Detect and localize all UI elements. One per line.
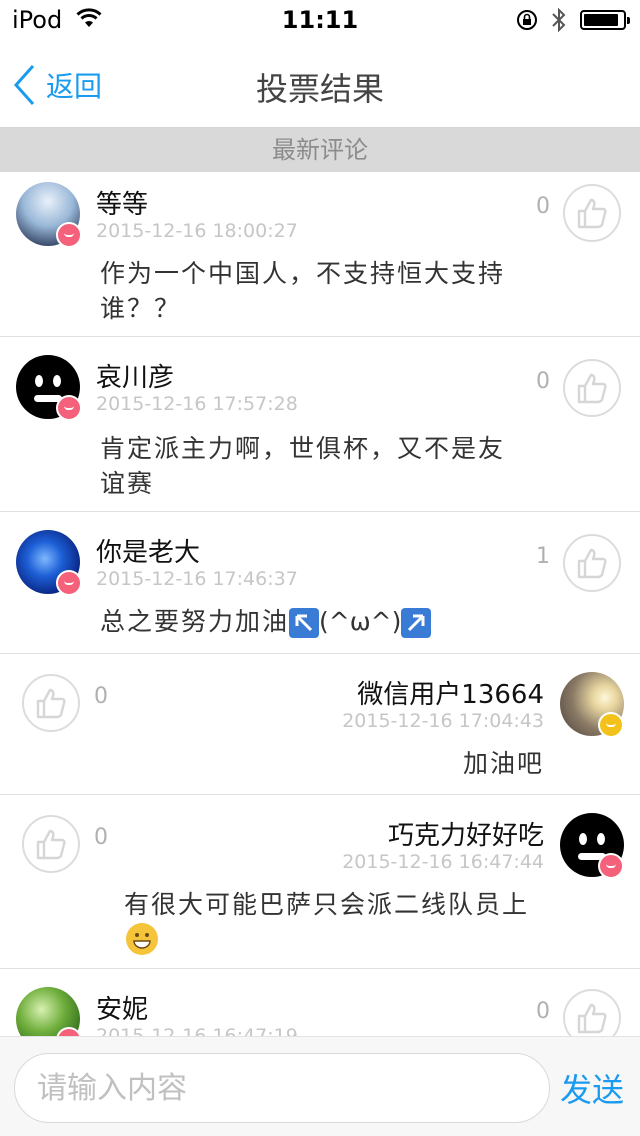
thumbs-up-icon bbox=[577, 198, 607, 229]
status-bar: iPod 11:11 bbox=[0, 0, 640, 40]
commenter-name[interactable]: 巧克力好好吃 bbox=[388, 815, 544, 852]
comment-list[interactable]: 等等 2015-12-16 18:00:27 作为一个中国人，不支持恒大支持谁？… bbox=[0, 172, 640, 1036]
commenter-name[interactable]: 安妮 bbox=[96, 989, 148, 1026]
badge-icon bbox=[56, 570, 82, 596]
thumbs-up-icon bbox=[577, 548, 607, 579]
send-button[interactable]: 发送 bbox=[560, 1065, 624, 1111]
like-button[interactable] bbox=[563, 534, 621, 592]
like-button[interactable] bbox=[22, 674, 80, 732]
like-button[interactable] bbox=[22, 815, 80, 873]
comment-item: 0 巧克力好好吃 2015-12-16 16:47:44 有很大可能巴萨只会派二… bbox=[0, 795, 640, 969]
commenter-name[interactable]: 等等 bbox=[96, 184, 148, 221]
section-header: 最新评论 bbox=[0, 128, 640, 172]
comment-time: 2015-12-16 18:00:27 bbox=[96, 220, 298, 242]
comment-body-text: (^ω^) bbox=[319, 607, 402, 636]
thumbs-up-icon bbox=[36, 829, 66, 860]
comment-item: 安妮 2015-12-16 16:47:19 0 bbox=[0, 969, 640, 1036]
comment-item: 0 微信用户13664 2015-12-16 17:04:43 加油吧 bbox=[0, 654, 640, 795]
comment-body: 总之要努力加油 (^ω^) bbox=[100, 604, 530, 639]
comment-item: 等等 2015-12-16 18:00:27 作为一个中国人，不支持恒大支持谁？… bbox=[0, 172, 640, 337]
up-left-arrow-emoji bbox=[289, 608, 320, 638]
comment-time: 2015-12-16 17:57:28 bbox=[96, 393, 298, 415]
comment-body: 肯定派主力啊，世俱杯，又不是友谊赛 bbox=[100, 434, 506, 498]
thumbs-up-icon bbox=[577, 1003, 607, 1034]
badge-icon bbox=[598, 712, 624, 738]
badge-icon bbox=[598, 853, 624, 879]
page-title: 投票结果 bbox=[255, 70, 384, 108]
comment-time: 2015-12-16 17:04:43 bbox=[342, 710, 544, 732]
like-count: 0 bbox=[94, 684, 108, 709]
like-button[interactable] bbox=[563, 989, 621, 1036]
comment-item: 哀川彦 2015-12-16 17:57:28 肯定派主力啊，世俱杯，又不是友谊… bbox=[0, 337, 640, 512]
badge-icon bbox=[56, 395, 82, 421]
navigation-bar: 返回 投票结果 bbox=[0, 40, 640, 128]
comment-time: 2015-12-16 17:46:37 bbox=[96, 568, 298, 590]
like-count: 0 bbox=[536, 369, 550, 394]
grinning-emoji bbox=[126, 923, 158, 955]
like-count: 0 bbox=[536, 194, 550, 219]
comment-item: 你是老大 2015-12-16 17:46:37 总之要努力加油 (^ω^) 1 bbox=[0, 512, 640, 654]
battery-icon bbox=[580, 10, 630, 30]
thumbs-up-icon bbox=[577, 373, 607, 404]
comment-body-text: 总之要努力加油 bbox=[100, 607, 290, 636]
commenter-name[interactable]: 微信用户13664 bbox=[357, 674, 544, 711]
bluetooth-icon bbox=[552, 7, 566, 33]
thumbs-up-icon bbox=[36, 688, 66, 719]
badge-icon bbox=[56, 222, 82, 248]
like-count: 1 bbox=[536, 544, 550, 569]
comment-body: 加油吧 bbox=[462, 749, 544, 778]
commenter-name[interactable]: 哀川彦 bbox=[96, 357, 174, 394]
orientation-lock-icon bbox=[517, 10, 537, 30]
clock: 11:11 bbox=[281, 6, 359, 34]
commenter-name[interactable]: 你是老大 bbox=[96, 532, 200, 569]
comment-time: 2015-12-16 16:47:44 bbox=[342, 851, 544, 873]
up-right-arrow-emoji bbox=[401, 608, 432, 638]
comment-time: 2015-12-16 16:47:19 bbox=[96, 1025, 298, 1036]
like-count: 0 bbox=[536, 999, 550, 1024]
comment-body: 作为一个中国人，不支持恒大支持谁？？ bbox=[100, 259, 506, 323]
comment-input[interactable] bbox=[14, 1053, 550, 1123]
like-button[interactable] bbox=[563, 184, 621, 242]
comment-input-bar: 发送 bbox=[0, 1036, 640, 1136]
like-button[interactable] bbox=[563, 359, 621, 417]
like-count: 0 bbox=[94, 825, 108, 850]
comment-body: 有很大可能巴萨只会派二线队员上 bbox=[124, 890, 530, 919]
